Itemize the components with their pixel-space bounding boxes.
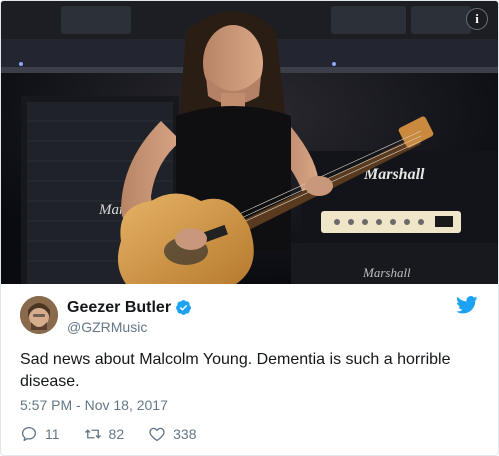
retweet-button[interactable]: 82 [84,425,125,443]
amp-brand-bottom: Marshall [362,265,411,280]
author-name[interactable]: Geezer Butler [67,299,171,317]
twitter-bird-icon[interactable] [456,296,478,314]
tweet-timestamp[interactable]: 5:57 PM - Nov 18, 2017 [20,397,168,413]
tweet-photo[interactable]: Marshall Marshall Marshall [1,1,498,284]
reply-icon [21,426,37,442]
avatar-image [20,296,58,334]
heart-icon [149,427,165,442]
guitarist-photo: Marshall Marshall Marshall [1,1,498,284]
like-count: 338 [173,426,197,442]
amp-brand-top: Marshall [363,166,425,183]
retweet-count: 82 [108,426,125,442]
tweet-card[interactable]: Marshall Marshall Marshall [0,0,499,456]
tweet-header: Geezer Butler @GZRMusic [1,284,498,340]
avatar[interactable] [20,296,58,334]
like-button[interactable]: 338 [148,425,196,443]
info-icon[interactable]: i [466,8,488,30]
retweet-icon [84,429,101,439]
author-handle[interactable]: @GZRMusic [67,319,147,335]
tweet-text: Sad news about Malcolm Young. Dementia i… [20,351,451,390]
verified-badge-icon [176,300,191,315]
tweet-actions: 11 82 338 [20,424,220,444]
reply-count: 11 [45,426,60,442]
reply-button[interactable]: 11 [20,425,60,443]
